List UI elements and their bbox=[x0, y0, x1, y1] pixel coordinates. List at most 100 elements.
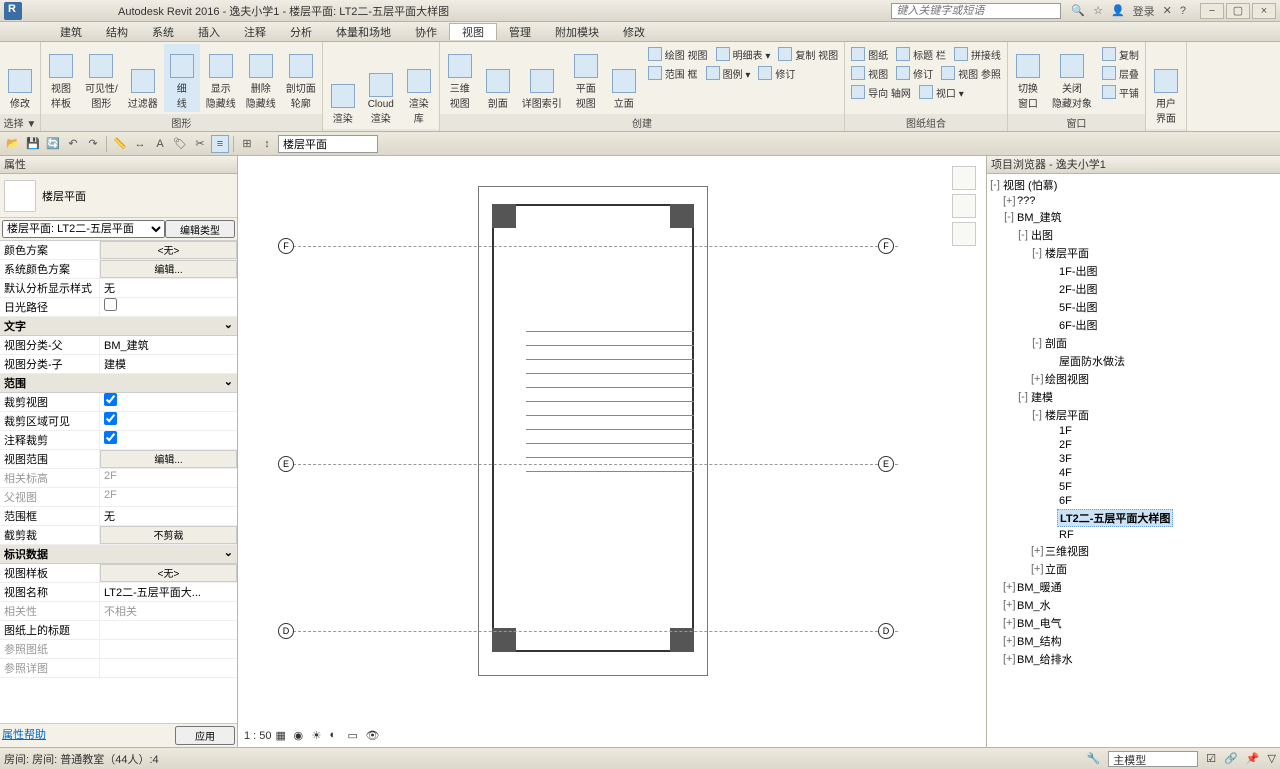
menu-tab-体量和场地[interactable]: 体量和场地 bbox=[324, 24, 403, 40]
property-row[interactable]: 颜色方案<无> bbox=[0, 241, 237, 260]
property-value-button[interactable]: 不剪裁 bbox=[100, 526, 237, 544]
property-row[interactable]: 视图分类-子建模 bbox=[0, 355, 237, 374]
ribbon-button[interactable]: 剖面 bbox=[480, 44, 516, 112]
menu-tab-建筑[interactable]: 建筑 bbox=[48, 24, 94, 40]
edit-type-button[interactable]: 编辑类型 bbox=[165, 220, 235, 238]
qat-redo-icon[interactable]: ↷ bbox=[84, 135, 102, 153]
menu-tab-插入[interactable]: 插入 bbox=[186, 24, 232, 40]
shadows-icon[interactable]: ◐ bbox=[330, 729, 344, 743]
property-value[interactable]: LT2二-五层平面大... bbox=[100, 583, 237, 601]
tree-label[interactable]: 剖面 bbox=[1043, 335, 1069, 351]
editable-only-icon[interactable]: ☑ bbox=[1206, 752, 1216, 765]
menu-tab-修改[interactable]: 修改 bbox=[611, 24, 657, 40]
tree-node[interactable]: 2F bbox=[989, 438, 1278, 452]
tree-expand-icon[interactable]: [+] bbox=[1003, 599, 1015, 611]
menu-tab-管理[interactable]: 管理 bbox=[497, 24, 543, 40]
property-row[interactable]: 参照详图 bbox=[0, 659, 237, 678]
tree-label[interactable]: ??? bbox=[1015, 195, 1037, 207]
tree-label[interactable]: RF bbox=[1057, 529, 1076, 541]
ribbon-button[interactable]: 三维视图 bbox=[442, 44, 478, 112]
ribbon-button[interactable]: 导向 轴网 bbox=[847, 82, 915, 101]
tree-expand-icon[interactable]: [-] bbox=[989, 179, 1001, 191]
tree-label[interactable]: 4F bbox=[1057, 467, 1074, 479]
tree-expand-icon[interactable]: [-] bbox=[1031, 337, 1043, 349]
property-row[interactable]: 父视图2F bbox=[0, 488, 237, 507]
ribbon-button[interactable]: 复制 bbox=[1098, 44, 1143, 63]
tree-node[interactable]: [+]??? bbox=[989, 194, 1278, 208]
property-row[interactable]: 注释裁剪 bbox=[0, 431, 237, 450]
drawing-area[interactable]: F F E E D D 1 : 50 ▦ ◉ ☀ ◐ ▭ 👁 bbox=[238, 156, 986, 747]
filter-icon[interactable]: ▽ bbox=[1268, 752, 1276, 765]
minimize-button[interactable]: − bbox=[1200, 3, 1224, 19]
ribbon-button[interactable]: 用户界面 bbox=[1148, 44, 1184, 127]
tree-expand-icon[interactable]: [+] bbox=[1003, 195, 1015, 207]
tree-label[interactable]: 楼层平面 bbox=[1043, 245, 1091, 261]
property-row[interactable]: 视图范围编辑... bbox=[0, 450, 237, 469]
tree-node[interactable]: RF bbox=[989, 528, 1278, 542]
ribbon-button[interactable]: 细线 bbox=[164, 44, 200, 112]
property-row[interactable]: 视图分类-父BM_建筑 bbox=[0, 336, 237, 355]
qat-tag-icon[interactable]: 🏷 bbox=[171, 135, 189, 153]
qat-close-hidden-icon[interactable]: ⊞ bbox=[238, 135, 256, 153]
menu-tab-视图[interactable]: 视图 bbox=[449, 23, 497, 40]
tree-label[interactable]: 三维视图 bbox=[1043, 543, 1091, 559]
tree-node[interactable]: [-]BM_建筑 bbox=[989, 208, 1278, 226]
property-row[interactable]: 图纸上的标题 bbox=[0, 621, 237, 640]
property-row[interactable]: 默认分析显示样式无 bbox=[0, 279, 237, 298]
tree-label[interactable]: 6F bbox=[1057, 495, 1074, 507]
property-row[interactable]: 参照图纸 bbox=[0, 640, 237, 659]
tree-label[interactable]: 屋面防水做法 bbox=[1057, 353, 1127, 369]
property-category[interactable]: 标识数据 bbox=[0, 545, 237, 564]
crop-icon[interactable]: ▭ bbox=[348, 729, 362, 743]
properties-apply-button[interactable]: 应用 bbox=[175, 726, 235, 745]
menu-tab-系统[interactable]: 系统 bbox=[140, 24, 186, 40]
ribbon-button[interactable]: 可见性/图形 bbox=[81, 44, 122, 112]
tree-node[interactable]: [+]BM_给排水 bbox=[989, 650, 1278, 668]
qat-undo-icon[interactable]: ↶ bbox=[64, 135, 82, 153]
property-row[interactable]: 系统颜色方案编辑... bbox=[0, 260, 237, 279]
property-checkbox[interactable] bbox=[104, 412, 117, 425]
ribbon-button[interactable]: 详图索引 bbox=[518, 44, 566, 112]
property-value[interactable]: 不相关 bbox=[100, 602, 237, 620]
tree-node[interactable]: 1F-出图 bbox=[989, 262, 1278, 280]
qat-text-icon[interactable]: A bbox=[151, 135, 169, 153]
property-row[interactable]: 裁剪视图 bbox=[0, 393, 237, 412]
infocenter-search-icon[interactable]: 🔍 bbox=[1067, 4, 1089, 17]
worksets-icon[interactable]: 🔧 bbox=[1087, 752, 1101, 765]
tree-expand-icon[interactable]: [+] bbox=[1031, 373, 1043, 385]
property-value[interactable]: 2F bbox=[100, 488, 237, 506]
ribbon-button[interactable]: 图纸 bbox=[847, 44, 892, 63]
hide-icon[interactable]: 👁 bbox=[366, 729, 380, 743]
ribbon-button[interactable]: 立面 bbox=[606, 44, 642, 112]
ribbon-button[interactable]: Cloud渲染 bbox=[363, 44, 399, 127]
ribbon-button[interactable]: 平铺 bbox=[1098, 82, 1143, 101]
tree-label[interactable]: 5F bbox=[1057, 481, 1074, 493]
tree-label[interactable]: 出图 bbox=[1029, 227, 1055, 243]
tree-expand-icon[interactable]: [-] bbox=[1017, 391, 1029, 403]
tree-node[interactable]: LT2二-五层平面大样图 bbox=[989, 508, 1278, 528]
ribbon-button[interactable]: 修订 bbox=[754, 63, 799, 82]
tree-node[interactable]: 6F bbox=[989, 494, 1278, 508]
tree-label[interactable]: BM_暖通 bbox=[1015, 579, 1064, 595]
signin-icon[interactable]: 👤 bbox=[1107, 4, 1129, 17]
home-icon[interactable] bbox=[952, 166, 976, 190]
tree-expand-icon[interactable]: [-] bbox=[1031, 247, 1043, 259]
tree-expand-icon[interactable]: [+] bbox=[1003, 653, 1015, 665]
scale-label[interactable]: 1 : 50 bbox=[244, 730, 272, 742]
tree-label[interactable]: 视图 (怕慕) bbox=[1001, 177, 1059, 193]
tree-node[interactable]: [+]三维视图 bbox=[989, 542, 1278, 560]
properties-type-name[interactable]: 楼层平面 bbox=[42, 188, 86, 204]
tree-node[interactable]: [+]绘图视图 bbox=[989, 370, 1278, 388]
tree-label[interactable]: LT2二-五层平面大样图 bbox=[1057, 509, 1173, 527]
property-value-button[interactable]: <无> bbox=[100, 241, 237, 259]
tree-label[interactable]: 绘图视图 bbox=[1043, 371, 1091, 387]
menu-tab-协作[interactable]: 协作 bbox=[403, 24, 449, 40]
property-value[interactable]: 建模 bbox=[100, 355, 237, 373]
ribbon-button[interactable]: 视口 ▾ bbox=[915, 82, 968, 101]
exchange-icon[interactable]: ✕ bbox=[1159, 4, 1176, 17]
property-row[interactable]: 范围框无 bbox=[0, 507, 237, 526]
ribbon-button[interactable]: 剖切面轮廓 bbox=[282, 44, 320, 112]
qat-measure-icon[interactable]: 📏 bbox=[111, 135, 129, 153]
properties-grid[interactable]: 颜色方案<无>系统颜色方案编辑...默认分析显示样式无日光路径文字视图分类-父B… bbox=[0, 241, 237, 723]
tree-node[interactable]: 屋面防水做法 bbox=[989, 352, 1278, 370]
